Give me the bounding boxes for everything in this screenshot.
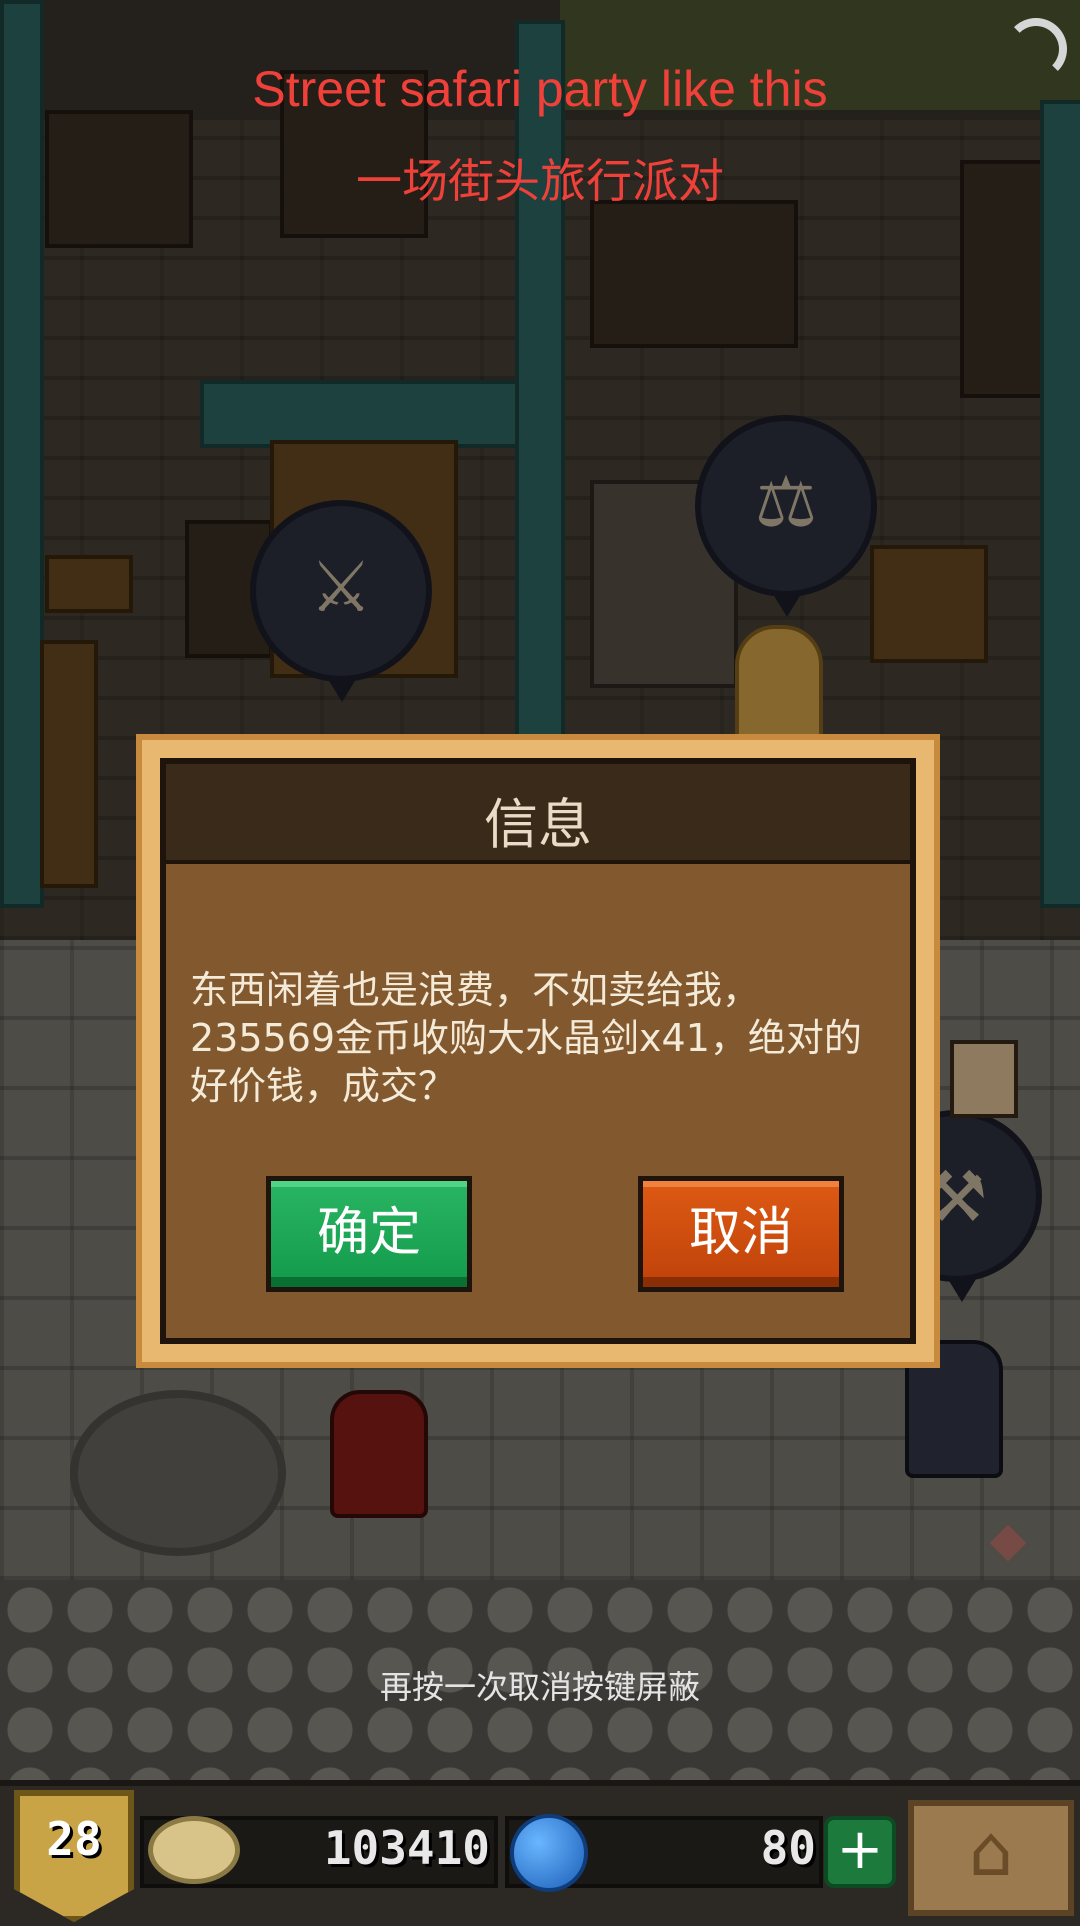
loading-icon [1005,18,1067,80]
dialog-header: 信息 [166,764,910,864]
confirm-button[interactable]: 确定 [266,1176,472,1292]
level-value: 28 [46,1812,102,1866]
sell-offer-dialog: 信息 东西闲着也是浪费，不如卖给我，235569金币收购大水晶剑x41，绝对的好… [136,734,940,1368]
home-icon: ⌂ [968,1810,1014,1892]
coin-count: 103410 [323,1821,490,1875]
add-gems-button[interactable]: + [824,1816,896,1888]
home-button[interactable]: ⌂ [908,1800,1074,1916]
overlay-title-chinese: 一场街头旅行派对 [356,154,724,208]
dialog-body: 信息 东西闲着也是浪费，不如卖给我，235569金币收购大水晶剑x41，绝对的好… [160,758,916,1344]
bottom-hud: 28 103410 80 + ⌂ [0,1780,1080,1926]
gem-count: 80 [760,1821,816,1875]
overlay-title-english: Street safari party like this [252,61,828,117]
cancel-button[interactable]: 取消 [638,1176,844,1292]
dialog-title: 信息 [484,793,592,856]
level-badge[interactable]: 28 [14,1790,134,1922]
dialog-message: 东西闲着也是浪费，不如卖给我，235569金币收购大水晶剑x41，绝对的好价钱，… [190,968,862,1108]
gem-icon [510,1814,588,1892]
toast-message: 再按一次取消按键屏蔽 [379,1668,700,1706]
coin-icon [148,1816,240,1884]
